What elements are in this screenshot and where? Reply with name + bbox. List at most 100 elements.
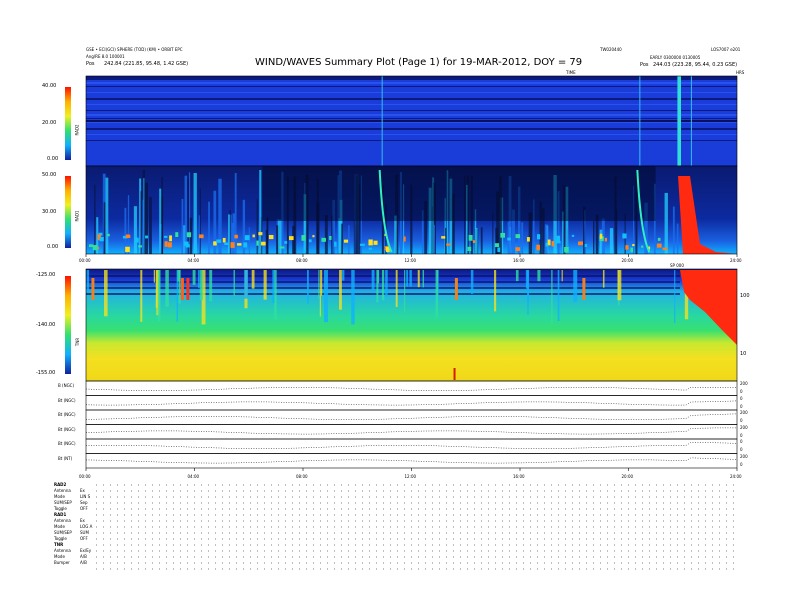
tnr-streak <box>165 270 169 307</box>
tnr-streak <box>537 270 541 282</box>
rad1-streak <box>149 197 152 254</box>
mag-right-tick-bot-0: 0 <box>740 389 743 394</box>
rad1-noise <box>662 247 668 251</box>
rad1-streak <box>142 199 144 254</box>
tnr-right-tick-10: 10 <box>740 351 747 357</box>
rad1-streak <box>676 223 679 254</box>
rad1-noise <box>198 234 204 239</box>
mag-right-tick-bot-3: 0 <box>740 432 743 438</box>
rad1-streak <box>228 214 230 254</box>
rad1-colorbar <box>65 176 71 248</box>
rad1-noise <box>441 236 446 239</box>
mag-trace <box>85 457 737 464</box>
tnr-panel <box>85 268 738 382</box>
rad1-noise <box>657 237 661 241</box>
rad1-streak <box>133 206 137 254</box>
rad1-noise <box>630 247 634 253</box>
mag-right-tick-bot-4: 0 <box>740 447 743 452</box>
rad1-noise <box>252 234 255 238</box>
rad1-noise <box>99 236 104 242</box>
rad1-streak <box>103 202 106 254</box>
rad1-streak <box>199 188 201 254</box>
rad1-tick-mid: 30.00 <box>42 209 57 215</box>
rad1-noise <box>467 246 472 252</box>
rad2-tick-mid: 20.00 <box>42 120 57 126</box>
tnr-streak <box>404 270 406 313</box>
rad1-noise <box>497 247 501 253</box>
tnr-streak <box>515 270 519 282</box>
rad1-noise <box>329 235 332 240</box>
rad1-streak <box>609 228 614 254</box>
rad1-val-0: Ex <box>80 518 85 523</box>
rad2-head: RAD2 <box>54 482 67 487</box>
rad1-streak <box>348 225 350 254</box>
rad2-event-line <box>381 76 383 166</box>
rad1-noise <box>234 234 238 239</box>
rad1-streak <box>193 173 197 254</box>
tnr-val-1: A/B <box>80 554 87 559</box>
mag-right-tick-top-3: 200 <box>740 424 748 430</box>
mag-right-tick-bot-1: 0 <box>740 403 743 409</box>
tnr-streak <box>192 270 196 285</box>
mag-label-0: B (NGC) <box>58 383 75 388</box>
rad1-noise <box>599 233 603 239</box>
rad1-noise <box>641 245 644 248</box>
rad2-label: RAD2 <box>74 124 80 136</box>
mag-right-tick-bot-5: 0 <box>740 461 743 467</box>
rad1-streak <box>144 182 148 254</box>
rad1-panel <box>85 165 738 255</box>
time-tick-lower-4: 16:00 <box>513 474 525 479</box>
tnr-streak <box>417 270 420 288</box>
rad1-key-3: Toggle <box>54 536 67 541</box>
rad1-noise <box>301 235 306 241</box>
rad2-key-0: Antenna <box>54 488 71 493</box>
rad1-val-1: LOG A <box>80 524 93 529</box>
rad1-val-2: SUM <box>80 530 89 535</box>
tnr-streak <box>561 270 563 282</box>
rad1-noise <box>125 234 131 239</box>
mag-right-tick-top-2: 200 <box>740 410 748 415</box>
rad1-streak <box>480 227 483 254</box>
rad2-key-2: SUM/SEP <box>54 500 72 505</box>
rad1-noise <box>556 235 561 242</box>
tnr-streak <box>140 270 143 322</box>
rad1-noise <box>243 242 248 248</box>
rad1-noise <box>230 242 235 248</box>
rad1-noise <box>446 243 451 246</box>
tnr-streak <box>470 270 474 294</box>
rad1-noise <box>507 237 511 241</box>
rad1-streak <box>230 214 232 254</box>
rad1-noise <box>244 235 250 241</box>
mag-label-2: Bt (NGC) <box>58 412 76 417</box>
rad1-noise <box>284 241 288 244</box>
time-tick-upper-5: 20:00 <box>621 258 634 263</box>
tnr-streak <box>371 270 375 291</box>
rad2-val-3: OFF <box>80 506 88 511</box>
rad1-noise <box>222 237 226 243</box>
time-tick-upper-1: 04:00 <box>187 258 200 263</box>
mag-trace <box>85 413 737 420</box>
rad2-tick-top: 40.00 <box>42 83 57 89</box>
time-tick-lower-6: 24:00 <box>730 474 742 479</box>
rad1-streak <box>544 224 548 254</box>
rad1-noise <box>138 245 142 248</box>
rad1-noise <box>578 241 583 246</box>
rad1-streak <box>672 206 675 254</box>
time-tick-upper-6: 24:00 <box>730 258 742 263</box>
rad1-noise <box>545 242 548 247</box>
rad1-streak <box>259 170 262 254</box>
tnr-streak <box>674 270 676 324</box>
tnr-streak <box>272 270 275 303</box>
tnr-tick-top: -125.00 <box>36 272 56 278</box>
mag-trace <box>85 400 737 406</box>
tnr-streak <box>307 270 309 304</box>
tnr-streak <box>409 270 412 287</box>
rad1-noise <box>134 237 139 243</box>
rad1-noise <box>268 234 274 240</box>
mag-right-tick-bot-2: 0 <box>740 418 743 423</box>
tnr-streak <box>209 270 213 302</box>
tnr-streak <box>381 270 385 301</box>
rad1-noise <box>216 239 222 243</box>
rad1-streak <box>445 227 447 254</box>
rad1-noise <box>312 235 315 238</box>
